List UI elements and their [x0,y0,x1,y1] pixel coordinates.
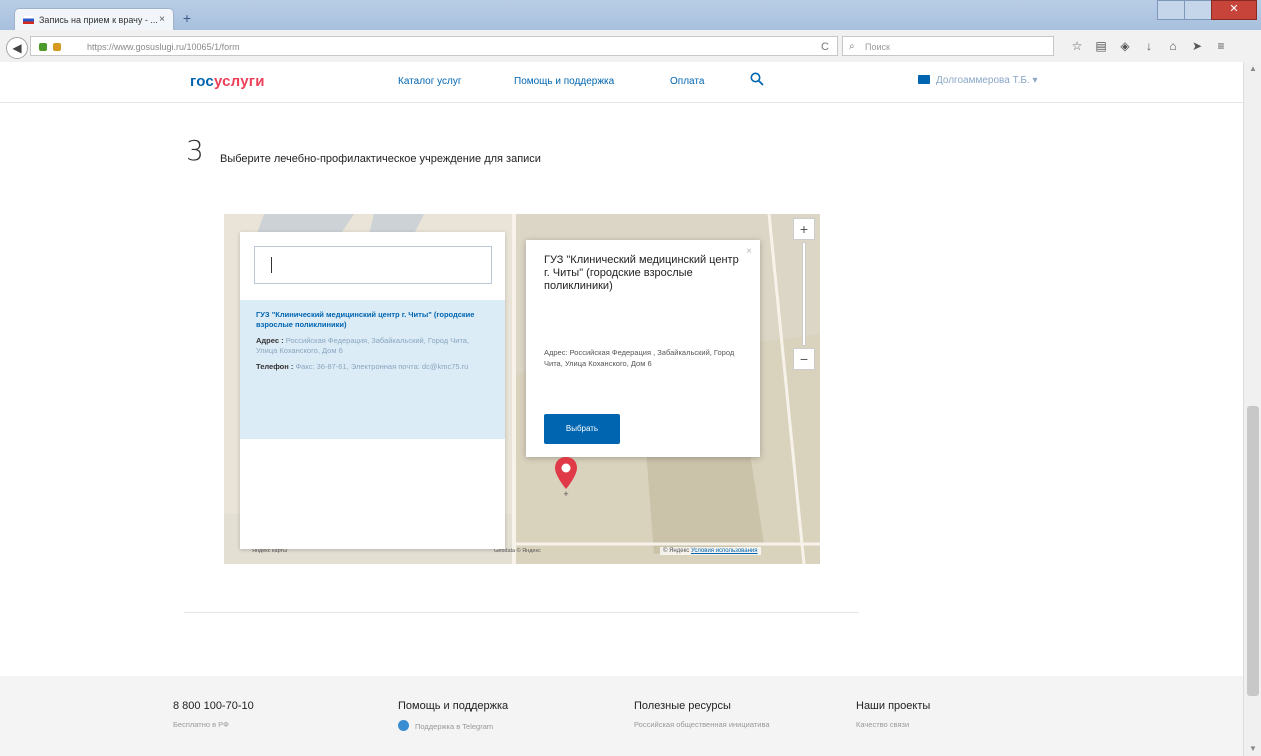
tab-title: Запись на прием к врачу - ... [39,15,158,25]
site-identity-icon [53,43,61,51]
site-footer: 8 800 100-70-10 Бесплатно в РФ Помощь и … [0,676,1243,756]
map-zoom-control: + − [793,218,815,378]
reading-list-icon[interactable]: ▤ [1092,36,1110,56]
send-icon[interactable]: ➤ [1188,36,1206,56]
clinic-popup: × ГУЗ "Клинический медицинский центр г. … [526,240,760,457]
reload-button[interactable]: C [821,37,829,57]
clinic-name[interactable]: ГУЗ "Клинический медицинский центр г. Чи… [256,310,489,330]
footer-resources-col: Полезные ресурсы Российская общественная… [634,700,770,729]
footer-projects-col: Наши проекты Качество связи [856,700,930,729]
browser-titlebar: Запись на прием к врачу - ... × + ✕ [0,0,1261,30]
zoom-out-button[interactable]: − [793,348,815,370]
window-controls: ✕ [1157,0,1257,20]
telegram-icon [398,720,409,731]
text-caret [271,257,272,273]
footer-projects-title: Наши проекты [856,700,931,712]
secure-lock-icon [39,43,47,51]
gosuslugi-logo[interactable]: госуслуги [190,73,265,90]
scrollbar-thumb[interactable] [1247,406,1259,696]
search-icon[interactable] [750,72,764,86]
home-icon[interactable]: ⌂ [1164,36,1182,56]
close-window-button[interactable]: ✕ [1211,0,1257,20]
nav-help[interactable]: Помощь и поддержка [514,76,614,87]
clinic-list-item[interactable]: ГУЗ "Клинический медицинский центр г. Чи… [240,300,505,439]
clinic-list-panel: ГУЗ "Клинический медицинский центр г. Чи… [240,232,505,549]
svg-text:+: + [563,489,568,498]
url-text: https://www.gosuslugi.ru/10065/1/form [87,42,240,52]
footer-phone-col: 8 800 100-70-10 Бесплатно в РФ [173,700,254,729]
menu-icon[interactable]: ≡ [1212,36,1230,56]
select-button[interactable]: Выбрать [544,414,620,444]
new-tab-button[interactable]: + [178,10,196,26]
browser-tab[interactable]: Запись на прием к врачу - ... × [14,8,174,30]
user-menu[interactable]: Долгоаммерова Т.Б. ▾ [918,75,1038,86]
search-icon: ⌕ [849,41,855,52]
user-name: Долгоаммерова Т.Б. ▾ [936,75,1038,86]
nav-payment[interactable]: Оплата [670,76,704,87]
bookmark-star-icon[interactable]: ☆ [1068,36,1086,56]
quality-link[interactable]: Качество связи [856,720,930,729]
download-icon[interactable]: ↓ [1140,36,1158,56]
section-divider [184,612,859,613]
zoom-slider[interactable] [802,242,806,346]
mail-icon [918,75,930,84]
back-button[interactable]: ◀ [6,37,28,59]
nav-catalog[interactable]: Каталог услуг [398,76,462,87]
maximize-button[interactable] [1184,0,1211,20]
pocket-icon[interactable]: ◈ [1116,36,1134,56]
scroll-down-arrow-icon[interactable]: ▼ [1244,742,1261,756]
site-header: госуслуги Каталог услуг Помощь и поддерж… [0,62,1243,103]
clinic-phone-row: Телефон : Факс: 36-87-61, Электронная по… [256,362,469,371]
tab-close-icon[interactable]: × [159,9,165,30]
roi-link[interactable]: Российская общественная инициатива [634,720,770,729]
telegram-support-link[interactable]: Поддержка в Telegram [398,720,508,731]
page-scrollbar[interactable]: ▲ ▼ [1243,62,1261,756]
popup-address: Адрес: Российская Федерация , Забайкальс… [544,348,735,368]
terms-link[interactable]: Условия использования [691,548,758,554]
zoom-in-button[interactable]: + [793,218,815,240]
address-bar[interactable]: https://www.gosuslugi.ru/10065/1/form C [30,36,838,56]
yandex-copyright: © Яндекс [663,548,690,554]
footer-help-col: Помощь и поддержка Поддержка в Telegram [398,700,508,731]
step-title: Выберите лечебно-профилактическое учрежд… [220,153,541,165]
step-number: 3 [186,134,204,167]
clinic-address-row: Адрес : Российская Федерация, Забайкальс… [256,336,470,355]
map-pin-icon[interactable]: + [554,456,578,498]
browser-search-input[interactable]: ⌕ Поиск [842,36,1054,56]
toolbar-icons: ☆ ▤ ◈ ↓ ⌂ ➤ ≡ [1068,36,1230,56]
minimize-button[interactable] [1157,0,1184,20]
scroll-up-arrow-icon[interactable]: ▲ [1244,62,1261,76]
flag-favicon-icon [23,16,34,24]
phone-subtitle: Бесплатно в РФ [173,720,229,729]
popup-close-icon[interactable]: × [746,246,752,257]
support-phone[interactable]: 8 800 100-70-10 [173,700,254,712]
browser-navbar: ◀ https://www.gosuslugi.ru/10065/1/form … [0,30,1261,63]
clinic-search-input[interactable] [254,246,492,284]
map-attribution: © Яндекс Условия использования [660,547,761,555]
footer-help-title: Помощь и поддержка [398,700,509,712]
popup-title: ГУЗ "Клинический медицинский центр г. Чи… [544,254,739,292]
footer-resources-title: Полезные ресурсы [634,700,731,712]
search-placeholder: Поиск [865,42,890,52]
